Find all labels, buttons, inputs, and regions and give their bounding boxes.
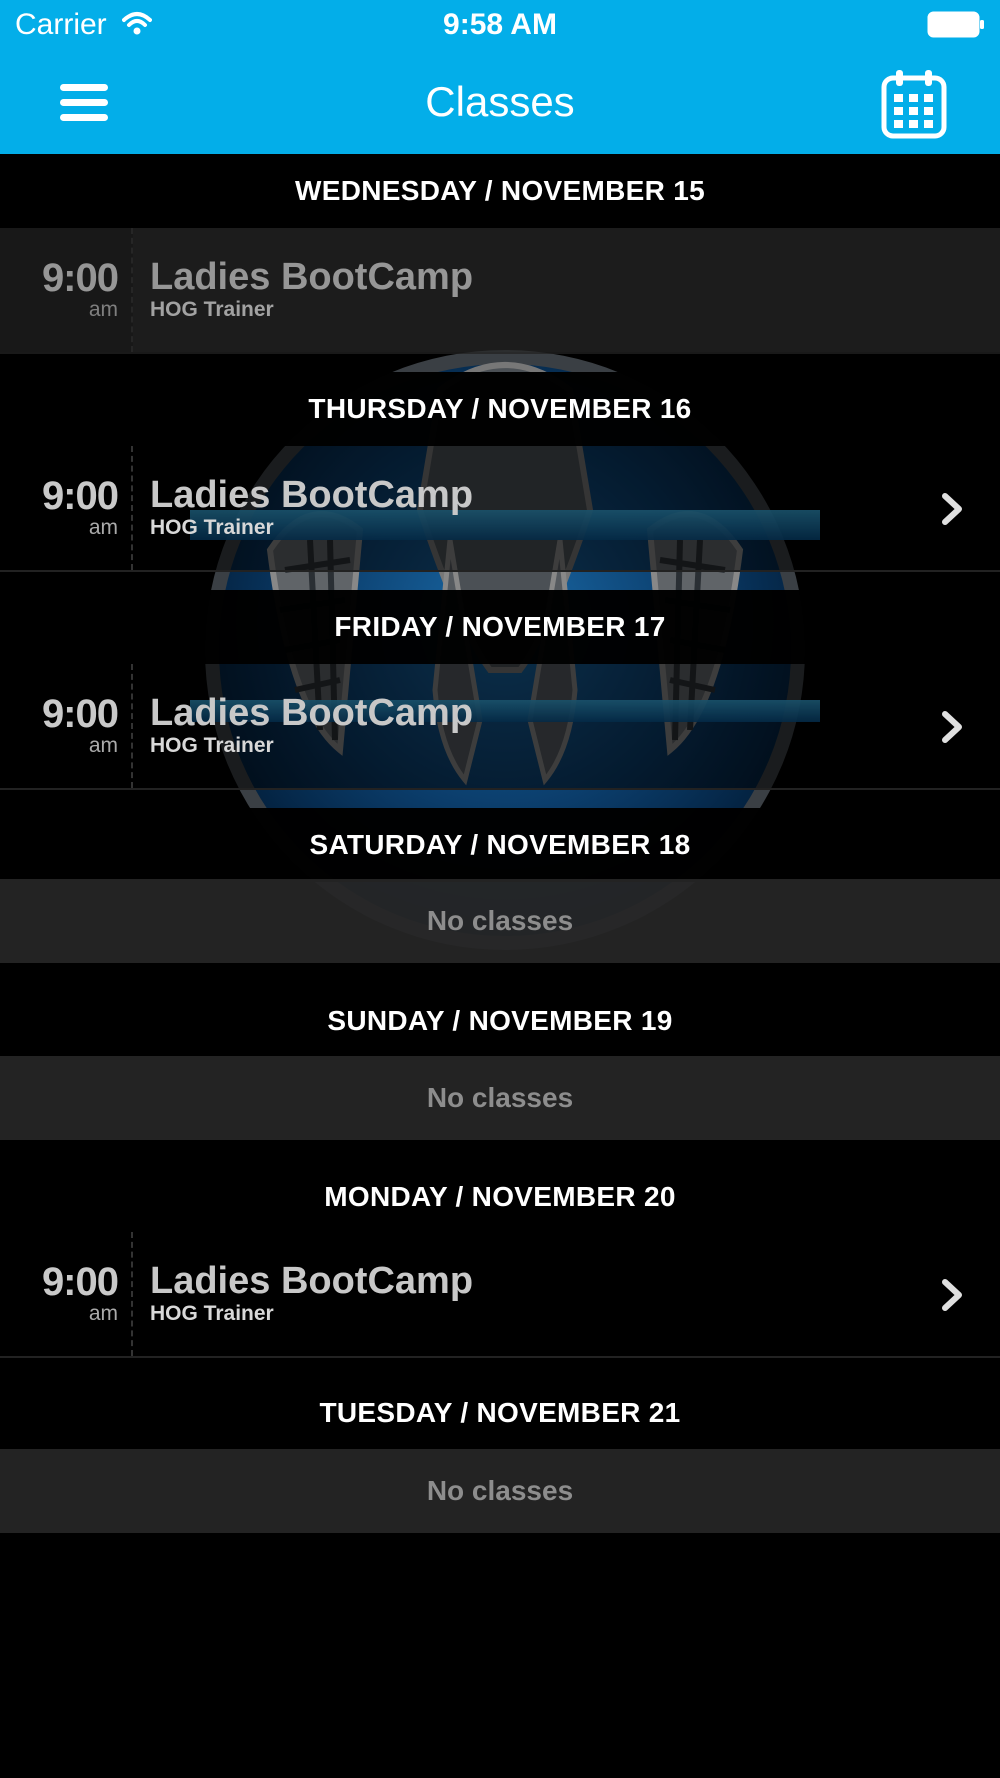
calendar-icon[interactable] bbox=[880, 68, 948, 140]
day-header: SATURDAY / NOVEMBER 18 bbox=[0, 808, 1000, 882]
class-ampm: am bbox=[88, 734, 118, 757]
class-row[interactable]: 9:00 am Ladies BootCamp HOG Trainer bbox=[0, 1232, 1000, 1358]
day-header: THURSDAY / NOVEMBER 16 bbox=[0, 372, 1000, 446]
class-ampm: am bbox=[88, 298, 118, 321]
chevron-right-icon bbox=[942, 1279, 962, 1311]
day-header: FRIDAY / NOVEMBER 17 bbox=[0, 590, 1000, 664]
day-header: WEDNESDAY / NOVEMBER 15 bbox=[0, 154, 1000, 228]
nav-bar: Classes bbox=[0, 50, 1000, 154]
class-time: 9:00 bbox=[41, 256, 119, 300]
class-ampm: am bbox=[88, 1302, 118, 1325]
class-name: Ladies BootCamp bbox=[150, 256, 474, 298]
class-time: 9:00 bbox=[41, 692, 119, 736]
class-ampm: am bbox=[88, 516, 118, 539]
class-time: 9:00 bbox=[41, 474, 119, 518]
class-trainer: HOG Trainer bbox=[150, 1302, 274, 1325]
day-header: MONDAY / NOVEMBER 20 bbox=[0, 1160, 1000, 1234]
time-column: 9:00 am bbox=[0, 1232, 133, 1356]
status-bar: Carrier 9:58 AM bbox=[0, 0, 1000, 50]
page-title: Classes bbox=[425, 78, 575, 125]
class-trainer: HOG Trainer bbox=[150, 516, 274, 539]
no-classes-row: No classes bbox=[0, 1449, 1000, 1533]
class-name: Ladies BootCamp bbox=[150, 474, 474, 516]
class-time: 9:00 bbox=[41, 1260, 119, 1304]
class-row[interactable]: 9:00 am Ladies BootCamp HOG Trainer bbox=[0, 446, 1000, 572]
time-column: 9:00 am bbox=[0, 446, 133, 570]
class-trainer: HOG Trainer bbox=[150, 734, 274, 757]
top-bar: Carrier 9:58 AM Classes bbox=[0, 0, 1000, 154]
no-classes-row: No classes bbox=[0, 879, 1000, 963]
day-header: TUESDAY / NOVEMBER 21 bbox=[0, 1376, 1000, 1450]
time-column: 9:00 am bbox=[0, 228, 133, 352]
day-header: SUNDAY / NOVEMBER 19 bbox=[0, 984, 1000, 1058]
time-column: 9:00 am bbox=[0, 664, 133, 788]
chevron-right-icon bbox=[942, 711, 962, 743]
class-name: Ladies BootCamp bbox=[150, 692, 474, 734]
battery-icon bbox=[927, 11, 984, 38]
class-trainer: HOG Trainer bbox=[150, 298, 274, 321]
class-row[interactable]: 9:00 am Ladies BootCamp HOG Trainer bbox=[0, 664, 1000, 790]
class-row[interactable]: 9:00 am Ladies BootCamp HOG Trainer bbox=[0, 228, 1000, 354]
chevron-right-icon bbox=[942, 493, 962, 525]
no-classes-row: No classes bbox=[0, 1056, 1000, 1140]
class-name: Ladies BootCamp bbox=[150, 1260, 474, 1302]
status-time: 9:58 AM bbox=[443, 8, 557, 41]
